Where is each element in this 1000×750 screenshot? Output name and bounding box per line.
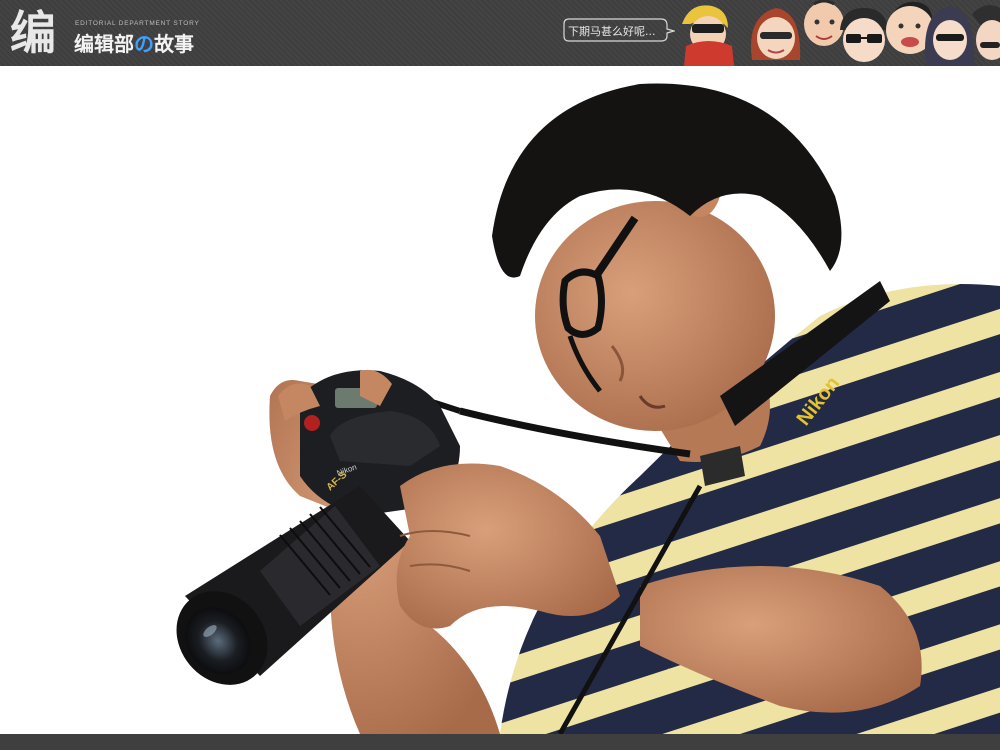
speech-text: 下期马甚么好呢... <box>568 25 656 38</box>
speech-bubble: 下期马甚么好呢... <box>563 17 675 43</box>
main-photo: Nikon Nikon AF-S <box>0 66 1000 734</box>
cartoon-characters <box>682 0 1000 66</box>
character-6-icon <box>925 6 975 66</box>
site-subtitle: EDITORIAL DEPARTMENT STORY <box>75 20 200 27</box>
site-title-accent: の <box>134 32 154 56</box>
footer-bar <box>0 734 1000 750</box>
camera-button <box>304 415 320 431</box>
character-7-icon <box>972 5 1000 60</box>
character-3-icon <box>804 0 844 46</box>
header-bar: 编 EDITORIAL DEPARTMENT STORY 编辑部の故事 下期马甚… <box>0 0 1000 66</box>
site-title-part2: 故事 <box>154 32 194 56</box>
character-1-icon <box>682 5 734 66</box>
character-2-icon <box>751 8 801 60</box>
site-title-part1: 编辑部 <box>74 32 134 56</box>
character-4-icon <box>840 8 888 62</box>
photographer-illustration: Nikon Nikon AF-S <box>176 83 1000 734</box>
site-title[interactable]: 编辑部の故事 <box>74 32 194 56</box>
logo-mark: 编 <box>10 6 56 60</box>
